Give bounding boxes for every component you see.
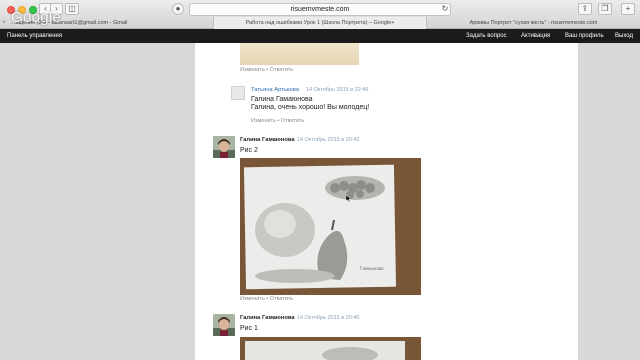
google-watermark: Google: [11, 9, 62, 26]
drawing-image[interactable]: Гамаюнова: [240, 158, 421, 295]
ask-question-link[interactable]: Задать вопрос: [466, 29, 507, 43]
comment-edit-links[interactable]: Изменить • Ответить: [240, 296, 293, 302]
comment-date[interactable]: 14 Октябрь 2015 в 20:42: [297, 137, 359, 143]
dashboard-link[interactable]: Панель управления: [7, 29, 62, 43]
comment-date[interactable]: 14 Октябрь 2015 в 20:40: [297, 315, 359, 321]
tab-label: Работа над ошибками Урок 1 (Школа Портре…: [245, 20, 395, 26]
comment-text: Рис 2: [240, 147, 258, 154]
shield-icon[interactable]: ●: [172, 3, 184, 15]
tab-google-plus[interactable]: Работа над ошибками Урок 1 (Школа Портре…: [213, 17, 426, 29]
tab-strip: × …ащение (20) - tatianaart1@gmail.com -…: [0, 17, 640, 29]
url-text: risuemvmeste.com: [290, 6, 350, 13]
sidebar-icon[interactable]: ◫: [65, 3, 79, 15]
profile-link[interactable]: Ваш профиль: [565, 29, 604, 43]
admin-bar: Панель управления Задать вопрос Активаци…: [0, 29, 640, 43]
comments-column: Изменить • Ответить Татьяна Артькова 14 …: [195, 43, 578, 360]
new-tab-icon[interactable]: +: [621, 3, 635, 15]
tab-archive[interactable]: Архивы Портрет "сухая кисть" - risuemvme…: [426, 17, 640, 29]
comment-text: Рис 1: [240, 325, 258, 332]
reload-icon[interactable]: ↻: [440, 4, 450, 14]
comment-author[interactable]: Галина Гамаюнова: [240, 315, 295, 321]
logout-link[interactable]: Выход: [615, 29, 633, 43]
drawing-image[interactable]: [240, 337, 421, 360]
reply-edit-links[interactable]: Изменить • Ответить: [251, 118, 304, 124]
activation-link[interactable]: Активация: [521, 29, 550, 43]
reply-line2: Галина, очень хорошо! Вы молодец!: [251, 104, 370, 111]
reply-date[interactable]: 14 Октябрь 2015 в 22:46: [306, 87, 368, 93]
tab-label: Архивы Портрет "сухая кисть" - risuemvme…: [469, 20, 598, 26]
avatar: [213, 136, 235, 158]
address-bar[interactable]: risuemvmeste.com: [189, 3, 451, 16]
svg-text:Гамаюнова: Гамаюнова: [360, 266, 384, 271]
tabs-icon[interactable]: ❐: [598, 3, 612, 15]
reply-author[interactable]: Татьяна Артькова: [251, 87, 299, 93]
avatar-placeholder: [231, 86, 245, 100]
mouse-cursor-icon: [346, 195, 352, 202]
close-tab-icon[interactable]: ×: [2, 17, 6, 29]
edit-reply-links[interactable]: Изменить • Ответить: [240, 67, 293, 73]
avatar: [213, 314, 235, 336]
share-icon[interactable]: ⇪: [578, 3, 592, 15]
comment-author[interactable]: Галина Гамаюнова: [240, 137, 295, 143]
browser-chrome: ‹ › ◫ ● risuemvmeste.com ↻ ⇪ ❐ + × …ащен…: [0, 0, 640, 29]
previous-comment-image[interactable]: [240, 43, 359, 65]
